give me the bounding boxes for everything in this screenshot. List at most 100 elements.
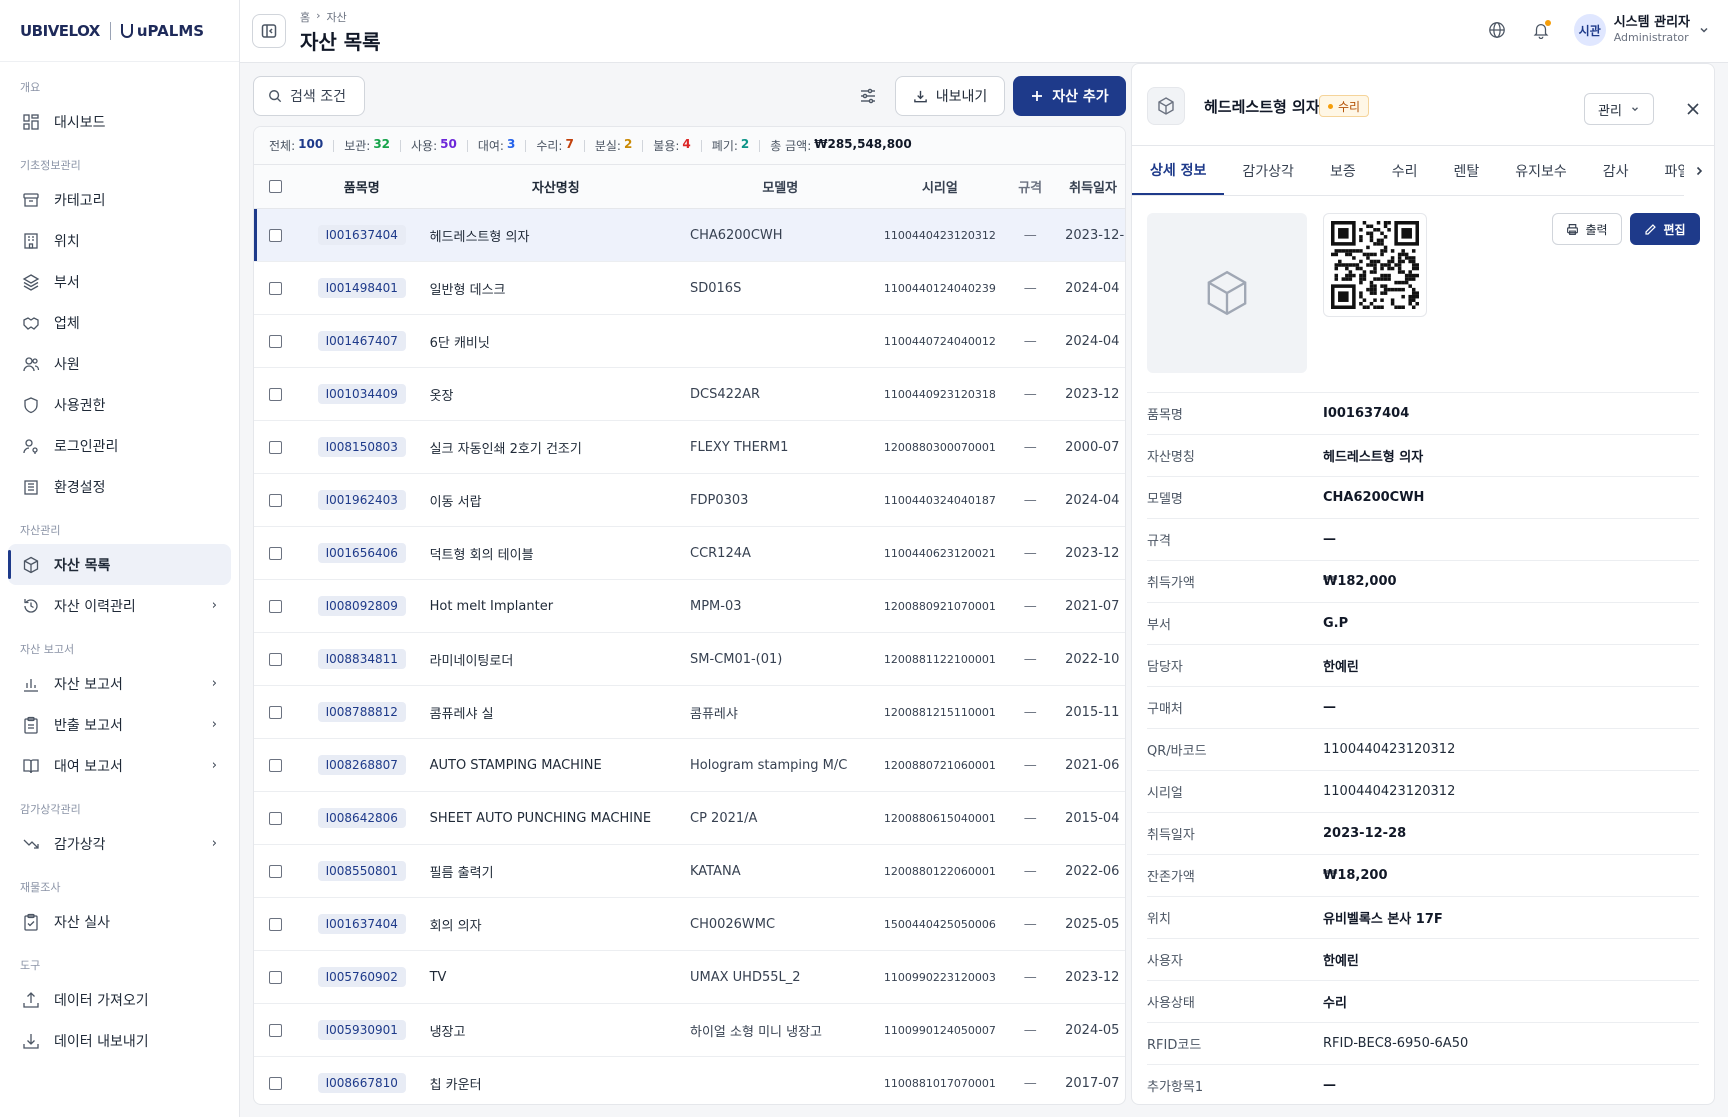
row-checkbox[interactable] bbox=[254, 1023, 298, 1037]
status-badge-label: 수리 bbox=[1338, 99, 1361, 114]
table-row[interactable]: I001656406 덕트형 회의 테이블 CCR124A 1100440623… bbox=[254, 527, 1125, 580]
sidebar-toggle-button[interactable] bbox=[252, 14, 286, 48]
export-button[interactable]: 내보내기 bbox=[895, 76, 1005, 116]
row-checkbox[interactable] bbox=[254, 917, 298, 931]
stat-item: 사용: 50 bbox=[411, 137, 457, 154]
print-button[interactable]: 출력 bbox=[1552, 213, 1622, 245]
row-checkbox[interactable] bbox=[254, 1076, 298, 1090]
tab-6[interactable]: 감사 bbox=[1585, 146, 1647, 195]
sidebar-item-3-2[interactable]: 대여 보고서 › bbox=[8, 745, 231, 786]
row-checkbox[interactable] bbox=[254, 334, 298, 348]
row-checkbox[interactable] bbox=[254, 970, 298, 984]
detail-tabs: 상세 정보 감가상각 보증 수리 렌탈 유지보수 감사 파일 bbox=[1132, 146, 1714, 196]
sidebar-item-5-0[interactable]: 자산 실사 bbox=[8, 901, 231, 942]
col-header-serial[interactable]: 시리얼 bbox=[875, 177, 1006, 196]
sidebar-item-1-1[interactable]: 위치 bbox=[8, 220, 231, 261]
nav-section-title: 자산관리 bbox=[20, 524, 61, 537]
tabs-scroll-right-icon[interactable] bbox=[1684, 146, 1714, 196]
table-row[interactable]: I005930901 냉장고 하이얼 소형 미니 냉장고 11009901240… bbox=[254, 1004, 1125, 1057]
sidebar-item-4-0[interactable]: 감가상각 › bbox=[8, 823, 231, 864]
row-checkbox[interactable] bbox=[254, 387, 298, 401]
table-row[interactable]: I008150803 실크 자동인쇄 2호기 건조기 FLEXY THERM1 … bbox=[254, 421, 1125, 474]
breadcrumb-home[interactable]: 홈 bbox=[300, 9, 310, 25]
sidebar-item-3-1[interactable]: 반출 보고서 › bbox=[8, 704, 231, 745]
sidebar-item-1-0[interactable]: 카테고리 bbox=[8, 179, 231, 220]
app-logo[interactable]: UBIVELOX uPALMS bbox=[0, 0, 239, 62]
notification-dot bbox=[1544, 20, 1551, 26]
tab-2[interactable]: 보증 bbox=[1312, 146, 1374, 195]
table-row[interactable]: I008092809 Hot melt Implanter MPM-03 120… bbox=[254, 580, 1125, 633]
sidebar-item-3-0[interactable]: 자산 보고서 › bbox=[8, 663, 231, 704]
spec-cell: — bbox=[1023, 492, 1037, 508]
col-header-spec[interactable]: 규격 bbox=[1005, 177, 1055, 196]
column-settings-icon[interactable] bbox=[856, 84, 880, 108]
table-row[interactable]: I008550801 필름 출력기 KATANA 120088012206000… bbox=[254, 845, 1125, 898]
tab-4[interactable]: 렌탈 bbox=[1435, 146, 1497, 195]
sidebar-item-1-7[interactable]: 환경설정 bbox=[8, 466, 231, 507]
row-checkbox[interactable] bbox=[254, 546, 298, 560]
breadcrumb-asset[interactable]: 자산 bbox=[327, 9, 347, 25]
row-checkbox[interactable] bbox=[254, 493, 298, 507]
detail-fields: 품목명 I001637404 자산명칭 헤드레스트형 의자 모델명 CHA620… bbox=[1132, 392, 1714, 1104]
sidebar-item-label: 자산 실사 bbox=[54, 914, 110, 931]
table-row[interactable]: I008788812 콤퓨레샤 실 콤퓨레샤 1200881215110001 … bbox=[254, 686, 1125, 739]
table-row[interactable]: I008268807 AUTO STAMPING MACHINE Hologra… bbox=[254, 739, 1125, 792]
sidebar-item-label: 카테고리 bbox=[54, 192, 106, 209]
table-row[interactable]: I008642806 SHEET AUTO PUNCHING MACHINE C… bbox=[254, 792, 1125, 845]
item-code-cell: I005930901 bbox=[298, 1020, 426, 1040]
edit-button[interactable]: 편집 bbox=[1630, 213, 1700, 245]
row-checkbox[interactable] bbox=[254, 599, 298, 613]
row-checkbox[interactable] bbox=[254, 652, 298, 666]
col-header-asset-name[interactable]: 자산명칭 bbox=[426, 177, 686, 196]
sidebar-item-2-0[interactable]: 자산 목록 bbox=[8, 544, 231, 585]
item-code-badge: I008834811 bbox=[317, 649, 406, 669]
select-all-checkbox[interactable] bbox=[254, 180, 298, 193]
row-checkbox[interactable] bbox=[254, 228, 298, 242]
close-icon[interactable] bbox=[1681, 97, 1705, 121]
sidebar-item-6-1[interactable]: 데이터 내보내기 bbox=[8, 1020, 231, 1061]
tab-1[interactable]: 감가상각 bbox=[1224, 146, 1312, 195]
table-row[interactable]: I001637404 회의 의자 CH0026WMC 1500440425050… bbox=[254, 898, 1125, 951]
user-menu[interactable]: 시관 시스템 관리자 Administrator bbox=[1573, 14, 1710, 46]
asset-name-cell: 이동 서랍 bbox=[429, 494, 482, 510]
notification-bell-icon[interactable] bbox=[1530, 19, 1552, 41]
language-globe-icon[interactable] bbox=[1486, 19, 1508, 41]
table-row[interactable]: I008834811 라미네이팅로더 SM-CM01-(01) 12008811… bbox=[254, 633, 1125, 686]
row-checkbox[interactable] bbox=[254, 811, 298, 825]
table-row[interactable]: I001637404 헤드레스트형 의자 CHA6200CWH 11004404… bbox=[254, 209, 1125, 262]
stat-divider bbox=[466, 139, 468, 152]
sidebar-item-6-0[interactable]: 데이터 가져오기 bbox=[8, 979, 231, 1020]
row-checkbox[interactable] bbox=[254, 864, 298, 878]
acquired-date-cell: 2021-07 bbox=[1065, 598, 1120, 614]
serial-cell: 1200881122100001 bbox=[883, 652, 996, 666]
col-header-model[interactable]: 모델명 bbox=[686, 177, 875, 196]
stat-value: ₩285,548,800 bbox=[814, 137, 912, 151]
table-row[interactable]: I001962403 이동 서랍 FDP0303 110044032404018… bbox=[254, 474, 1125, 527]
table-row[interactable]: I001034409 옷장 DCS422AR 1100440923120318 … bbox=[254, 368, 1125, 421]
sidebar-item-1-5[interactable]: 사용권한 bbox=[8, 384, 231, 425]
add-asset-button[interactable]: 자산 추가 bbox=[1013, 76, 1126, 116]
tab-0[interactable]: 상세 정보 bbox=[1132, 146, 1225, 195]
col-header-acquired-date[interactable]: 취득일자 bbox=[1055, 177, 1125, 196]
sidebar-item-1-4[interactable]: 사원 bbox=[8, 343, 231, 384]
manage-dropdown[interactable]: 관리 bbox=[1584, 93, 1654, 125]
sidebar-item-1-2[interactable]: 부서 bbox=[8, 261, 231, 302]
row-checkbox[interactable] bbox=[254, 758, 298, 772]
row-checkbox[interactable] bbox=[254, 705, 298, 719]
model-cell: CCR124A bbox=[690, 545, 751, 561]
sidebar-item-2-1[interactable]: 자산 이력관리 › bbox=[8, 585, 231, 626]
table-row[interactable]: I001467407 6단 캐비닛 1100440724040012 — 202… bbox=[254, 315, 1125, 368]
table-row[interactable]: I001498401 일반형 데스크 SD016S 11004401240402… bbox=[254, 262, 1125, 315]
col-header-item-code[interactable]: 품목명 bbox=[298, 177, 426, 196]
sidebar-item-1-6[interactable]: 로그인관리 bbox=[8, 425, 231, 466]
tab-5[interactable]: 유지보수 bbox=[1497, 146, 1585, 195]
row-checkbox[interactable] bbox=[254, 281, 298, 295]
tab-3[interactable]: 수리 bbox=[1374, 146, 1436, 195]
sidebar-item-1-3[interactable]: 업체 bbox=[8, 302, 231, 343]
table-row[interactable]: I008667810 칩 카운터 1100881017070001 — 2017… bbox=[254, 1057, 1125, 1104]
table-row[interactable]: I005760902 TV UMAX UHD55L_2 110099022312… bbox=[254, 951, 1125, 1004]
search-filter-button[interactable]: 검색 조건 bbox=[253, 76, 365, 116]
row-checkbox[interactable] bbox=[254, 440, 298, 454]
sidebar-item-0-0[interactable]: 대시보드 bbox=[8, 101, 231, 142]
sidebar-item-label: 감가상각 bbox=[54, 836, 106, 853]
